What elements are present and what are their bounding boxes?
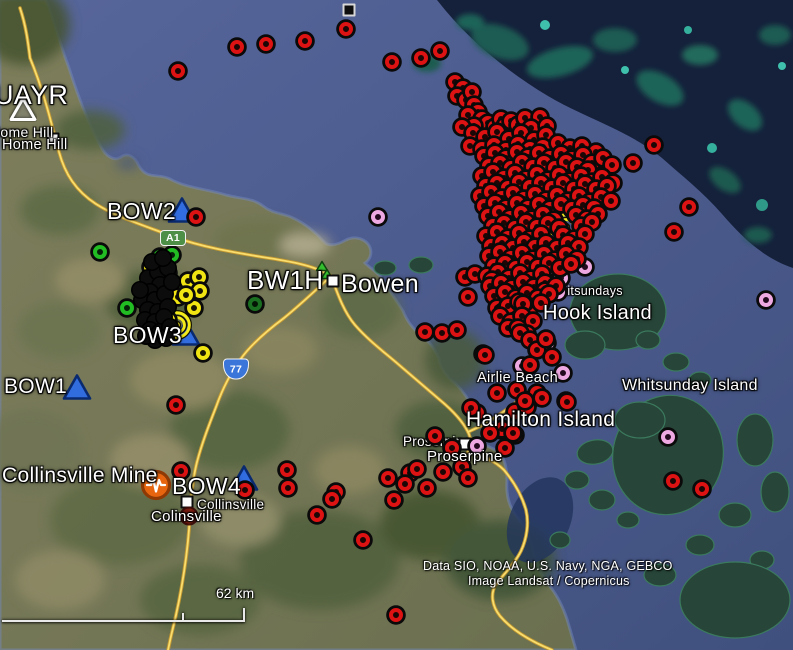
route-badges: A1 77 [0,0,793,650]
route-badge-a1: A1 [160,230,186,246]
route-badge-77: 77 [223,359,249,380]
scale-bar [2,608,245,622]
attribution-line-2: Image Landsat / Copernicus [468,574,630,588]
scale-bar-tick [182,613,184,620]
scale-label: 62 km [216,585,254,601]
attribution-line-1: Data SIO, NOAA, U.S. Navy, NGA, GEBCO [423,559,673,573]
google-earth-map-view[interactable]: WhitsundaysProserpine UAYRHome HillHome … [0,0,793,650]
